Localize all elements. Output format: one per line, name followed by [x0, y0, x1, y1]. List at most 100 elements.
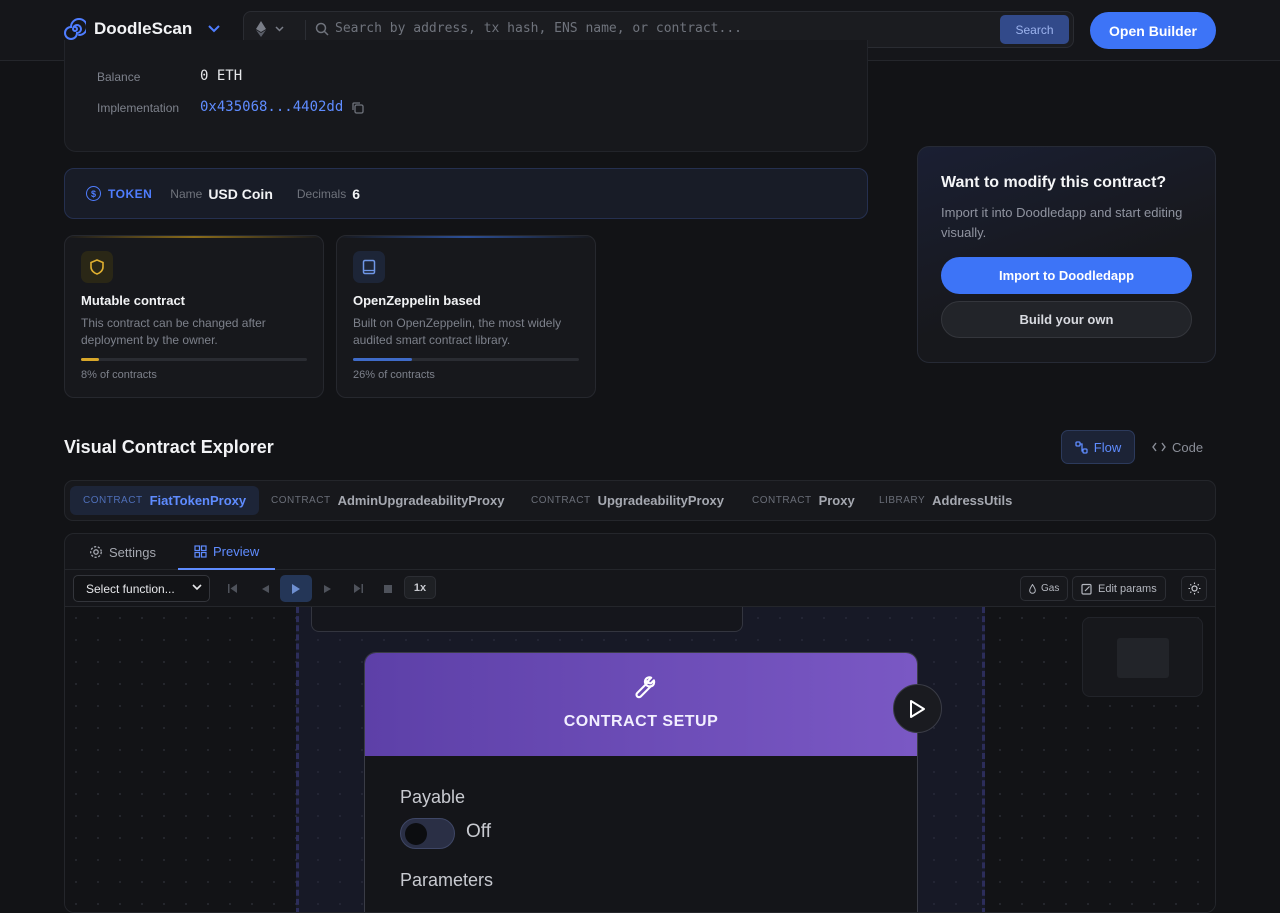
tab-settings[interactable]: Settings: [89, 534, 156, 570]
skip-end-button[interactable]: [342, 575, 374, 602]
token-decimals-key: Decimals: [296, 186, 347, 201]
feature-usage-fill: [81, 358, 100, 361]
run-node-button[interactable]: [893, 684, 942, 733]
feature-usage-bar: [353, 358, 579, 361]
divider: [305, 20, 306, 40]
tab-name: AddressUtils: [932, 493, 1013, 508]
flow-canvas[interactable]: CONTRACT SETUP Payable Off Parameters: [65, 607, 1215, 912]
gas-button[interactable]: Gas: [1020, 576, 1069, 601]
payable-label: Payable: [400, 787, 466, 807]
build-your-own-button[interactable]: Build your own: [941, 301, 1192, 338]
contract-tab-adminupgradeabilityproxy[interactable]: CONTRACT AdminUpgradeabilityProxy: [258, 486, 517, 515]
code-label: Code: [1172, 439, 1204, 455]
section-title: Visual Contract Explorer: [64, 437, 274, 457]
stop-button[interactable]: [372, 575, 404, 602]
feature-description: This contract can be changed after deplo…: [81, 316, 266, 347]
feature-title: Mutable contract: [81, 293, 186, 308]
open-builder-button[interactable]: Open Builder: [1090, 12, 1216, 49]
step-forward-button[interactable]: [311, 575, 343, 602]
node-title: CONTRACT SETUP: [563, 713, 719, 730]
token-name-value: USD Coin: [208, 185, 273, 202]
contract-tab-upgradeabilityproxy[interactable]: CONTRACT UpgradeabilityProxy: [518, 486, 737, 515]
tab-name: AdminUpgradeabilityProxy: [337, 493, 505, 508]
modify-contract-cta-card: Want to modify this contract? Import it …: [917, 146, 1216, 363]
brand-logo[interactable]: DoodleScan: [64, 18, 220, 40]
contract-tab-addressutils[interactable]: LIBRARY AddressUtils: [866, 486, 1025, 515]
edit-params-button[interactable]: Edit params: [1072, 576, 1166, 601]
payable-state: Off: [466, 821, 491, 842]
function-select[interactable]: Select function...: [73, 575, 210, 602]
edit-icon: [1081, 583, 1092, 595]
skip-start-icon: [228, 584, 237, 593]
card-accent-line: [337, 236, 595, 238]
minimap-viewport: [1117, 638, 1169, 678]
tab-name: FiatTokenProxy: [149, 493, 247, 508]
tab-kind: CONTRACT: [531, 495, 591, 506]
code-icon: [1152, 442, 1166, 452]
function-select-value: Select function...: [86, 581, 175, 596]
shield-icon: [81, 251, 113, 283]
chevron-down-icon: [275, 26, 284, 32]
tab-kind: CONTRACT: [83, 495, 143, 506]
contract-tabs: CONTRACT FiatTokenProxy CONTRACT AdminUp…: [64, 480, 1216, 521]
edit-params-label: Edit params: [1098, 582, 1157, 595]
tab-preview[interactable]: Preview: [178, 534, 276, 570]
contract-tab-proxy[interactable]: CONTRACT Proxy: [739, 486, 868, 515]
chevron-down-icon: [192, 584, 202, 591]
play-icon: [292, 583, 300, 594]
token-name-key: Name: [170, 186, 203, 201]
play-button[interactable]: [280, 575, 312, 602]
balance-label: Balance: [97, 70, 141, 84]
flow-label: Flow: [1093, 439, 1122, 455]
code-view-toggle[interactable]: Code: [1152, 430, 1203, 464]
implementation-address-link[interactable]: 0x435068...4402dd: [200, 99, 343, 115]
contract-setup-node[interactable]: CONTRACT SETUP Payable Off Parameters: [364, 652, 918, 912]
step-forward-icon: [323, 584, 331, 593]
card-accent-line: [65, 236, 323, 238]
payable-toggle[interactable]: [400, 818, 455, 849]
copy-icon[interactable]: [351, 101, 365, 115]
flow-view-toggle[interactable]: Flow: [1061, 430, 1135, 464]
gear-icon: [90, 546, 102, 558]
implementation-label: Implementation: [97, 101, 180, 115]
brand-name: DoodleScan: [94, 19, 193, 38]
cta-title: Want to modify this contract?: [941, 174, 1167, 191]
panel-tabs: Settings Preview: [65, 534, 1215, 570]
feature-usage-label: 26% of contracts: [353, 369, 435, 381]
toggle-knob: [405, 823, 427, 845]
spiral-logo-icon: [64, 18, 86, 40]
skip-end-icon: [354, 584, 363, 593]
feature-usage-bar: [81, 358, 307, 361]
chevron-down-icon[interactable]: [208, 25, 220, 33]
network-selector[interactable]: [256, 21, 284, 37]
token-info-bar: $ TOKEN Name USD Coin Decimals 6: [64, 168, 868, 219]
node-header: CONTRACT SETUP: [365, 653, 917, 756]
stop-icon: [384, 584, 392, 593]
speed-button[interactable]: 1x: [404, 576, 436, 599]
grid-icon: [194, 544, 207, 558]
import-to-doodledapp-button[interactable]: Import to Doodledapp: [941, 257, 1192, 294]
search-button[interactable]: Search: [1000, 15, 1069, 44]
wrench-icon: [635, 676, 656, 699]
step-back-icon: [261, 584, 269, 593]
token-decimals-value: 6: [352, 185, 361, 202]
search-input[interactable]: Search by address, tx hash, ENS name, or…: [335, 21, 742, 36]
feature-card-mutable: Mutable contract This contract can be ch…: [64, 235, 324, 398]
sun-icon: [1188, 582, 1200, 595]
step-back-button[interactable]: [249, 575, 281, 602]
contract-tab-fiattokenproxy[interactable]: CONTRACT FiatTokenProxy: [70, 486, 260, 515]
tab-kind: CONTRACT: [271, 495, 331, 506]
theme-toggle-button[interactable]: [1181, 576, 1207, 601]
previous-node[interactable]: [311, 607, 743, 632]
cta-description: Import it into Doodledapp and start edit…: [941, 205, 1183, 240]
minimap[interactable]: [1082, 617, 1203, 697]
tab-kind: CONTRACT: [752, 495, 812, 506]
flow-icon: [1075, 440, 1088, 454]
playback-toolbar: Select function... 1x Gas Edit params: [65, 570, 1215, 607]
ethereum-icon: [256, 21, 266, 37]
skip-start-button[interactable]: [217, 575, 249, 602]
parameters-label: Parameters: [400, 870, 494, 890]
token-label: TOKEN: [108, 186, 153, 201]
gas-label: Gas: [1041, 583, 1060, 594]
gas-drop-icon: [1029, 583, 1036, 594]
